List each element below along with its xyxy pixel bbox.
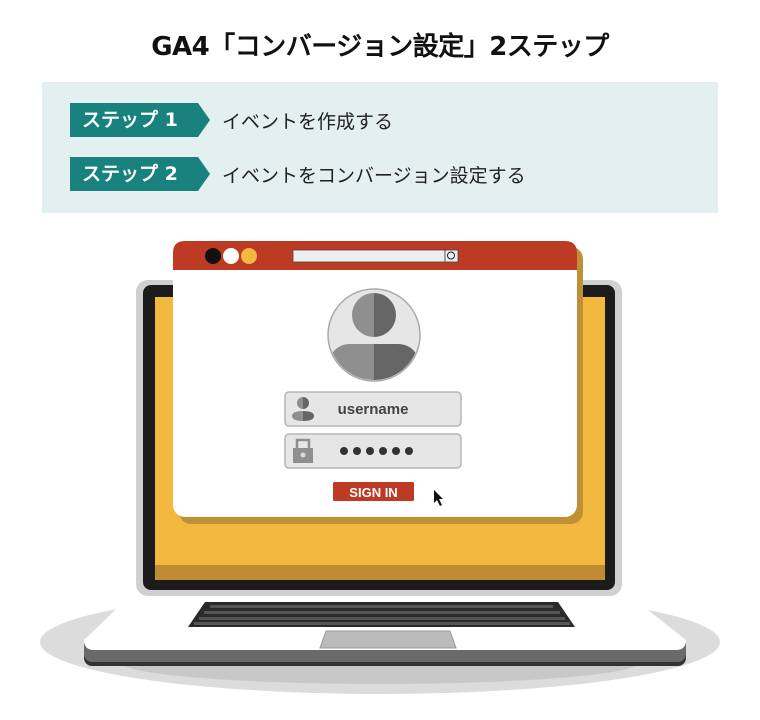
address-bar	[292, 249, 446, 263]
trackpad	[319, 630, 457, 649]
window-dot-yellow	[241, 248, 257, 264]
screen-band	[155, 565, 605, 580]
laptop-login-illustration: username SIGN IN	[40, 241, 720, 694]
sign-in-label: SIGN IN	[349, 485, 397, 500]
window-dot-black	[205, 248, 221, 264]
username-text: username	[338, 401, 409, 418]
window-dot-white	[223, 248, 239, 264]
